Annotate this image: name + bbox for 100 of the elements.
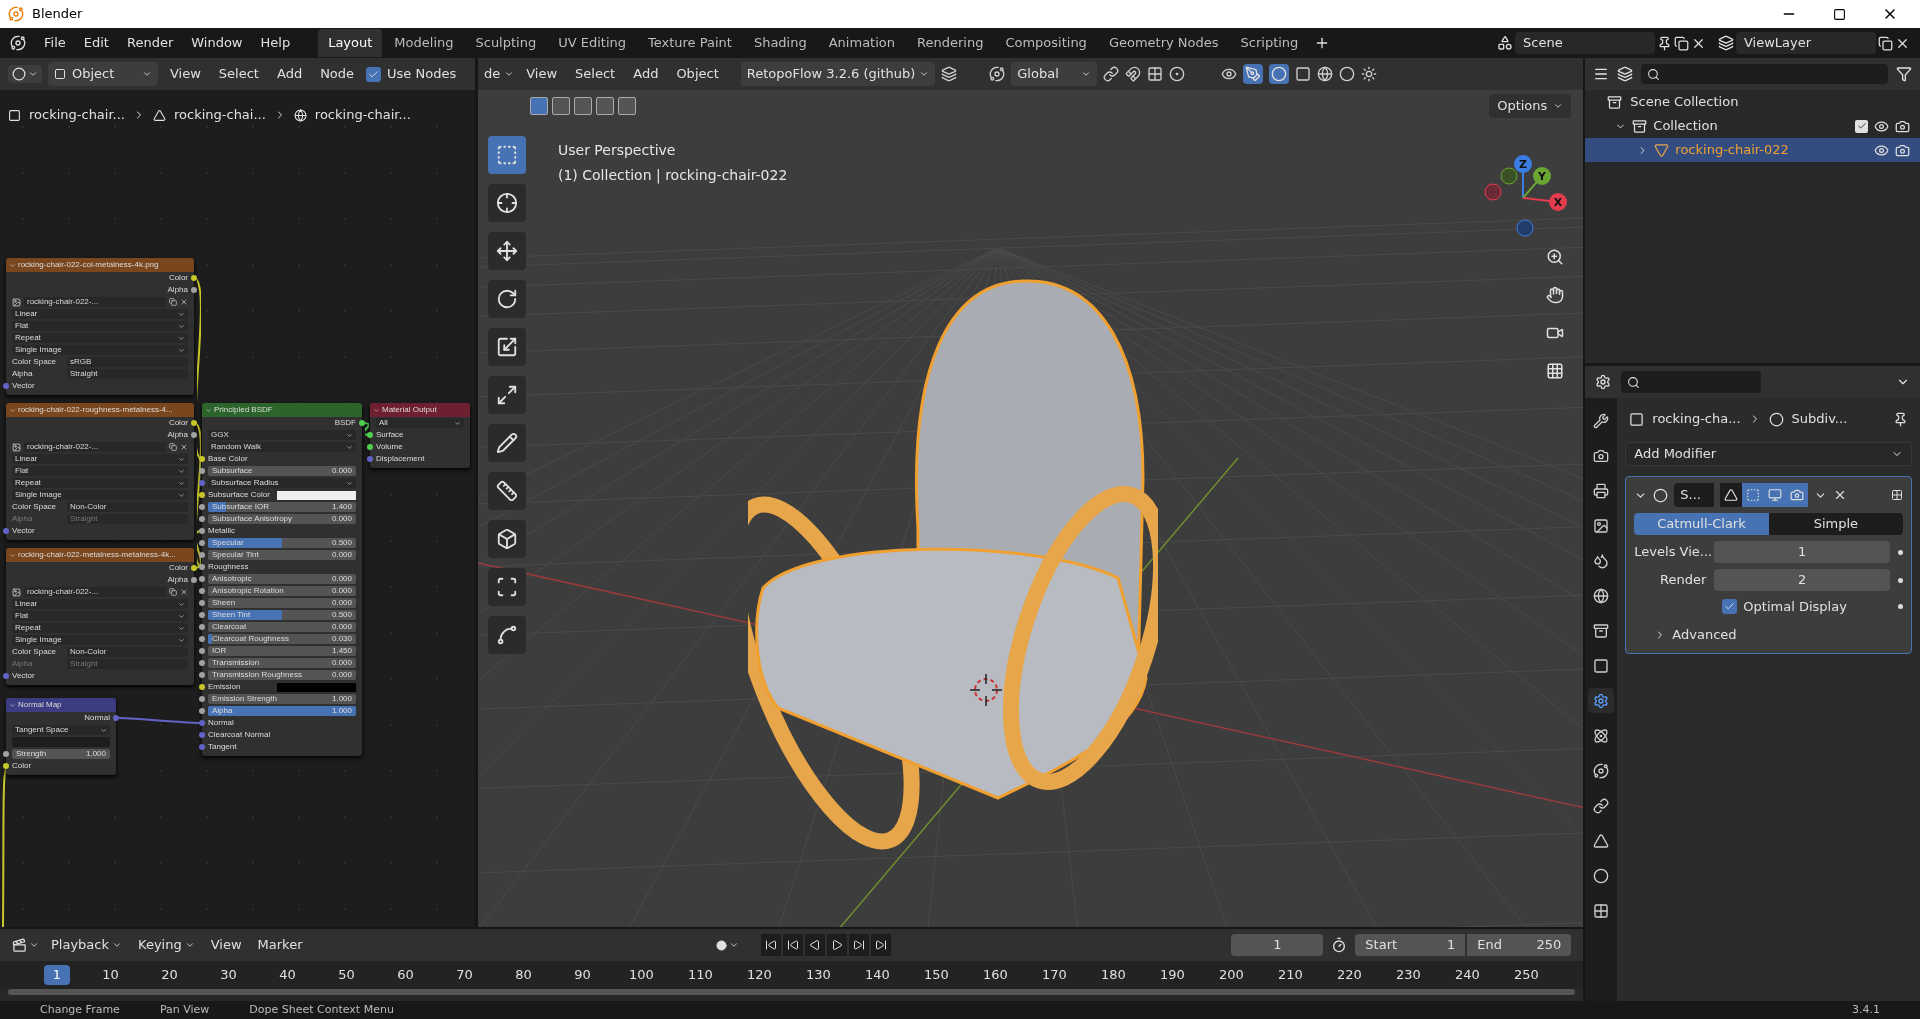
node-dropdown[interactable]: Random Walk	[208, 442, 356, 452]
frame-number[interactable]: 1	[44, 965, 70, 985]
node-dropdown[interactable]: Flat	[12, 611, 188, 621]
value-field[interactable]: IOR 1.450	[208, 646, 356, 656]
value-field[interactable]: Clearcoat 0.000	[208, 622, 356, 632]
frame-number[interactable]: 210	[1261, 965, 1320, 985]
workspace-tab[interactable]: Shading	[743, 29, 817, 57]
number-field[interactable]: 2	[1714, 569, 1890, 591]
menu-item[interactable]: Render	[118, 33, 182, 53]
breadcrumb-item[interactable]: rocking-chair...	[314, 105, 411, 125]
node-dropdown[interactable]: Non-Color	[67, 647, 188, 657]
frame-number[interactable]: 200	[1202, 965, 1261, 985]
image-selector[interactable]: rocking-chair-022-...	[24, 297, 166, 307]
frame-number[interactable]: 90	[553, 965, 612, 985]
shader-node[interactable]: Normal Map Normal Tangent Space Strength 1.000 Color	[6, 698, 116, 775]
value-field[interactable]: Sheen 0.000	[208, 598, 356, 608]
image-selector[interactable]: rocking-chair-022-...	[24, 442, 166, 452]
frame-number[interactable]: 110	[671, 965, 730, 985]
node-dropdown[interactable]: Straight	[67, 369, 188, 379]
tree-item[interactable]: Scene Collection	[1630, 92, 1739, 112]
workspace-tab[interactable]: Layout	[318, 29, 383, 57]
menu-item[interactable]: Window	[183, 33, 251, 53]
frame-number[interactable]: 10	[81, 965, 140, 985]
node-dropdown[interactable]: Subsurface Radius	[208, 478, 356, 488]
frame-number[interactable]: 190	[1143, 965, 1202, 985]
value-field[interactable]: Anisotropic Rotation 0.000	[208, 586, 356, 596]
node-dropdown[interactable]: Flat	[12, 466, 188, 476]
breadcrumb-item[interactable]: Subdiv...	[1791, 409, 1885, 429]
outliner-row[interactable]: rocking-chair-022	[1585, 138, 1920, 162]
node-dropdown[interactable]: GGX	[208, 430, 356, 440]
frame-number[interactable]: 60	[376, 965, 435, 985]
menu-item[interactable]: Add	[627, 64, 665, 84]
workspace-tab[interactable]: Geometry Nodes	[1098, 29, 1229, 57]
value-field[interactable]: Strength 1.000	[12, 749, 110, 759]
checkbox-label[interactable]: Optimal Display	[1743, 597, 1892, 617]
node-dropdown[interactable]: Repeat	[12, 478, 188, 488]
frame-number[interactable]: 140	[848, 965, 907, 985]
workspace-tab[interactable]: Modeling	[384, 29, 464, 57]
frame-number[interactable]: 120	[730, 965, 789, 985]
object-type-dropdown[interactable]: Object	[48, 62, 158, 86]
menu-item[interactable]: Add	[270, 64, 309, 84]
shader-node[interactable]: Material Output All Surface Volume Displacement	[370, 403, 470, 468]
add-modifier-dropdown[interactable]: Add Modifier	[1625, 442, 1912, 466]
node-dropdown[interactable]: All	[376, 418, 464, 428]
menu-item[interactable]: Select	[212, 64, 265, 84]
node-slider[interactable]: Alpha 1.000	[208, 706, 356, 716]
subdivision-type-tab[interactable]: Catmull-Clark	[1634, 513, 1769, 535]
node-dropdown[interactable]: Repeat	[12, 623, 188, 633]
menu-item[interactable]: View	[520, 64, 564, 84]
menu-item[interactable]: Playback	[47, 935, 126, 955]
node-dropdown[interactable]: Non-Color	[67, 502, 188, 512]
start-frame-field[interactable]: Start 1	[1355, 934, 1466, 956]
node-dropdown[interactable]: Linear	[12, 309, 188, 319]
end-frame-field[interactable]: End 250	[1467, 934, 1572, 956]
frame-number[interactable]: 150	[907, 965, 966, 985]
workspace-tab[interactable]: Animation	[818, 29, 905, 57]
breadcrumb-item[interactable]: rocking-chair...	[29, 105, 125, 125]
value-field[interactable]: Subsurface Anisotropy 0.000	[208, 514, 356, 524]
node-dropdown[interactable]: sRGB	[67, 357, 188, 367]
workspace-tab[interactable]: Scripting	[1230, 29, 1309, 57]
frame-number[interactable]: 240	[1438, 965, 1497, 985]
node-slider[interactable]: Sheen Tint 0.500	[208, 610, 356, 620]
node-dropdown[interactable]: Repeat	[12, 333, 188, 343]
subdivision-type-tab[interactable]: Simple	[1768, 513, 1903, 535]
frame-number[interactable]: 20	[140, 965, 199, 985]
workspace-tab[interactable]: Texture Paint	[638, 29, 742, 57]
orientation-dropdown[interactable]: Global	[1011, 62, 1098, 86]
value-field[interactable]: Transmission Roughness 0.000	[208, 670, 356, 680]
frame-number[interactable]: 250	[1497, 965, 1556, 985]
workspace-tab[interactable]: Sculpting	[465, 29, 547, 57]
menu-item[interactable]: Edit	[75, 33, 117, 53]
view-layer-field[interactable]: ViewLayer	[1736, 32, 1876, 54]
node-dropdown[interactable]: Single Image	[12, 345, 188, 355]
value-field[interactable]: Anisotropic 0.000	[208, 574, 356, 584]
frame-number[interactable]: 170	[1025, 965, 1084, 985]
value-field[interactable]: Transmission 0.000	[208, 658, 356, 668]
value-field[interactable]: Subsurface 0.000	[208, 466, 356, 476]
node-slider[interactable]: Specular 0.500	[208, 538, 356, 548]
frame-number[interactable]: 160	[966, 965, 1025, 985]
navigation-gizmo[interactable]: Z Y X	[1478, 138, 1568, 238]
menu-item[interactable]: Marker	[253, 935, 307, 955]
frame-number[interactable]: 220	[1320, 965, 1379, 985]
node-dropdown[interactable]: Linear	[12, 599, 188, 609]
menu-item[interactable]: Help	[252, 33, 299, 53]
value-field[interactable]: Specular Tint 0.000	[208, 550, 356, 560]
menu-item[interactable]: Select	[569, 64, 622, 84]
breadcrumb-item[interactable]: rocking-chai...	[174, 105, 266, 125]
breadcrumb-item[interactable]: rocking-cha...	[1652, 409, 1741, 429]
mode-dropdown[interactable]: de	[484, 64, 515, 84]
frame-number[interactable]: 80	[494, 965, 553, 985]
current-frame-field[interactable]: 1	[1231, 934, 1324, 956]
menu-item[interactable]: Keying	[134, 935, 199, 955]
frame-number[interactable]: 50	[317, 965, 376, 985]
menu-item[interactable]: File	[36, 33, 74, 53]
addon-dropdown[interactable]: RetopoFlow 3.2.6 (github)	[740, 62, 936, 86]
modifier-name-field[interactable]: S...	[1674, 483, 1715, 507]
workspace-tab[interactable]: Compositing	[995, 29, 1097, 57]
node-dropdown[interactable]: Linear	[12, 454, 188, 464]
checkbox-label[interactable]: Use Nodes	[387, 64, 457, 84]
tree-item[interactable]: Collection	[1653, 116, 1849, 136]
